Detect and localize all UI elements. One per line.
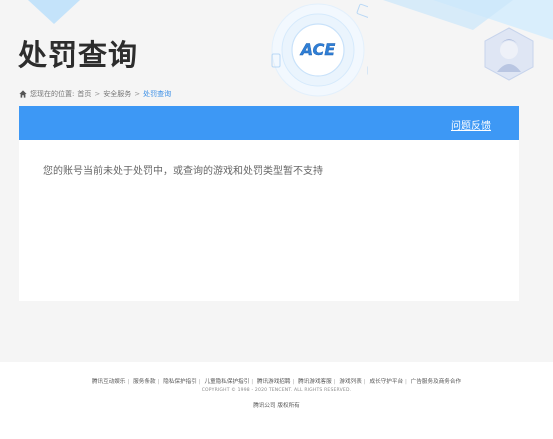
avatar (481, 26, 537, 82)
result-message: 您的账号当前未处于处罚中，或查询的游戏和处罚类型暂不支持 (43, 166, 323, 177)
footer-link-support[interactable]: 腾讯游戏客服 (298, 379, 332, 385)
page: 处罚查询 ACE 您现在的位置: 首页 > 安全服务 > 处罚查询 问题反馈 您… (0, 0, 553, 439)
breadcrumb-separator: > (94, 90, 101, 98)
breadcrumb-separator: > (134, 90, 141, 98)
tablet-icon (356, 3, 368, 19)
footer-links: 腾讯互动娱乐 | 服务条款 | 隐私保护指引 | 儿童隐私保护指引 | 腾讯游戏招聘 | … (91, 379, 462, 385)
footer-link-game-list[interactable]: 游戏列表 (339, 379, 361, 385)
footer-link-privacy[interactable]: 隐私保护指引 (163, 379, 197, 385)
page-title: 处罚查询 (18, 38, 139, 72)
footer-link-child-privacy[interactable]: 儿童隐私保护指引 (204, 379, 249, 385)
result-card: 问题反馈 您的账号当前未处于处罚中，或查询的游戏和处罚类型暂不支持 (19, 106, 519, 301)
breadcrumb-current: 处罚查询 (143, 90, 172, 98)
breadcrumb-security-link[interactable]: 安全服务 (103, 89, 131, 99)
ace-emblem: ACE (268, 0, 368, 100)
card-body: 您的账号当前未处于处罚中，或查询的游戏和处罚类型暂不支持 (19, 140, 519, 177)
footer: 腾讯互动娱乐 | 服务条款 | 隐私保护指引 | 儿童隐私保护指引 | 腾讯游戏招聘 | … (0, 362, 553, 439)
emblem-text: ACE (299, 40, 336, 59)
footer-link-guardian[interactable]: 成长守护平台 (369, 379, 403, 385)
breadcrumb: 您现在的位置: 首页 > 安全服务 > 处罚查询 (19, 89, 171, 99)
card-header: 问题反馈 (19, 106, 519, 140)
home-icon (19, 90, 27, 98)
feedback-link[interactable]: 问题反馈 (451, 117, 491, 132)
footer-copyright: COPYRIGHT © 1998 - 2020 TENCENT. ALL RIG… (201, 388, 352, 393)
footer-rights: 腾讯公司 版权所有 (253, 403, 300, 409)
footer-link-terms[interactable]: 服务条款 (133, 379, 155, 385)
breadcrumb-home-link[interactable]: 首页 (77, 89, 91, 99)
header-decoration-left (28, 0, 80, 24)
breadcrumb-prefix: 您现在的位置: (30, 90, 75, 98)
footer-link-ads[interactable]: 广告服务及商务合作 (411, 379, 461, 385)
footer-link-tencent-games[interactable]: 腾讯互动娱乐 (92, 379, 126, 385)
footer-link-jobs[interactable]: 腾讯游戏招聘 (257, 379, 291, 385)
